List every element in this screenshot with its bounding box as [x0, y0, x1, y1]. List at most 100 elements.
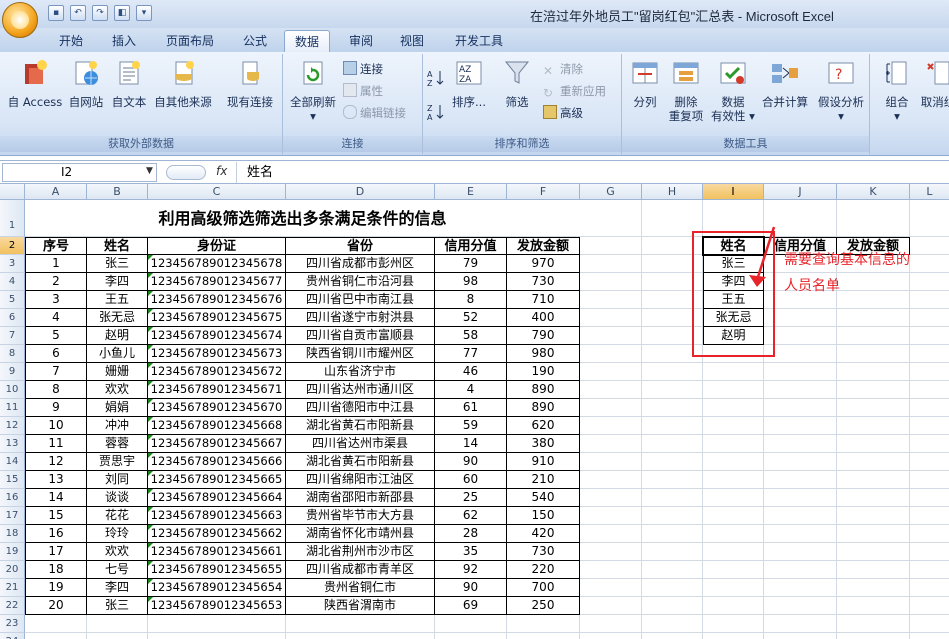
cell[interactable] [703, 507, 764, 525]
table-cell[interactable]: 欢欢 [87, 543, 148, 561]
cell[interactable] [764, 615, 837, 633]
row-header-6[interactable]: 6 [0, 309, 25, 327]
cell[interactable] [910, 399, 949, 417]
table-cell[interactable]: 730 [507, 543, 580, 561]
table-cell[interactable]: 11 [25, 435, 87, 453]
office-button[interactable] [2, 2, 38, 38]
table-cell[interactable]: 69 [435, 597, 507, 615]
what-if-analysis-button[interactable]: ? 假设分析 ▾ [814, 58, 868, 123]
tab-data[interactable]: 数据 [284, 30, 330, 52]
cell[interactable] [148, 615, 286, 633]
table-cell[interactable]: 欢欢 [87, 381, 148, 399]
table-cell[interactable]: 四川省绵阳市江油区 [286, 471, 435, 489]
cell[interactable] [642, 363, 703, 381]
cell[interactable] [764, 597, 837, 615]
table-cell[interactable]: 400 [507, 309, 580, 327]
table-cell[interactable]: 123456789012345671 [148, 381, 286, 399]
cell[interactable] [910, 417, 949, 435]
row-header-17[interactable]: 17 [0, 507, 25, 525]
cell[interactable] [703, 399, 764, 417]
table-cell[interactable]: 8 [435, 291, 507, 309]
cell[interactable] [910, 327, 949, 345]
row-header-3[interactable]: 3 [0, 255, 25, 273]
cell[interactable] [703, 417, 764, 435]
table-cell[interactable]: 17 [25, 543, 87, 561]
cell[interactable] [910, 525, 949, 543]
table-cell[interactable]: 18 [25, 561, 87, 579]
cell[interactable] [837, 200, 910, 237]
table-cell[interactable]: 123456789012345670 [148, 399, 286, 417]
cell[interactable] [764, 633, 837, 639]
table-cell[interactable]: 77 [435, 345, 507, 363]
cell[interactable] [764, 489, 837, 507]
table-cell[interactable]: 123456789012345674 [148, 327, 286, 345]
cell[interactable] [910, 309, 949, 327]
table-cell[interactable]: 张三 [87, 597, 148, 615]
cell[interactable] [435, 615, 507, 633]
table-cell[interactable]: 123456789012345668 [148, 417, 286, 435]
connections-button[interactable]: 连接 [343, 60, 383, 78]
table-cell[interactable]: 刘同 [87, 471, 148, 489]
cell[interactable] [87, 615, 148, 633]
table-cell[interactable]: 陕西省渭南市 [286, 597, 435, 615]
cell[interactable] [837, 597, 910, 615]
cell[interactable] [580, 399, 642, 417]
advanced-filter-button[interactable]: 高级 [543, 104, 583, 122]
table-cell[interactable]: 四川省自贡市富顺县 [286, 327, 435, 345]
table-cell[interactable]: 湖北省黄石市阳新县 [286, 417, 435, 435]
table-cell[interactable]: 25 [435, 489, 507, 507]
cell[interactable] [642, 561, 703, 579]
table-cell[interactable]: 李四 [87, 273, 148, 291]
cell[interactable] [286, 633, 435, 639]
cell[interactable] [764, 399, 837, 417]
data-validation-button[interactable]: 数据 有效性 ▾ [710, 58, 756, 123]
cell[interactable] [25, 633, 87, 639]
cell[interactable] [910, 363, 949, 381]
cell[interactable] [507, 615, 580, 633]
table-header-cell[interactable]: 身份证 [148, 237, 286, 255]
table-cell[interactable]: 90 [435, 453, 507, 471]
cell[interactable] [837, 471, 910, 489]
cell[interactable] [580, 273, 642, 291]
table-cell[interactable]: 123456789012345654 [148, 579, 286, 597]
cell[interactable] [910, 453, 949, 471]
table-cell[interactable]: 250 [507, 597, 580, 615]
tab-view[interactable]: 视图 [391, 30, 433, 52]
table-cell[interactable]: 四川省巴中市南江县 [286, 291, 435, 309]
table-cell[interactable]: 123456789012345676 [148, 291, 286, 309]
tab-home[interactable]: 开始 [50, 30, 92, 52]
tab-formulas[interactable]: 公式 [234, 30, 276, 52]
cell[interactable] [642, 525, 703, 543]
cell[interactable] [580, 363, 642, 381]
column-header-B[interactable]: B [87, 184, 148, 200]
cell[interactable] [910, 471, 949, 489]
row-header-12[interactable]: 12 [0, 417, 25, 435]
cell[interactable] [764, 453, 837, 471]
print-preview-icon[interactable]: ◧ [114, 5, 130, 21]
cell[interactable] [580, 471, 642, 489]
table-cell[interactable]: 123456789012345675 [148, 309, 286, 327]
cell[interactable] [580, 417, 642, 435]
table-cell[interactable]: 220 [507, 561, 580, 579]
table-cell[interactable]: 123456789012345664 [148, 489, 286, 507]
column-header-F[interactable]: F [507, 184, 580, 200]
table-cell[interactable]: 190 [507, 363, 580, 381]
cell[interactable] [580, 597, 642, 615]
cell[interactable] [764, 417, 837, 435]
table-cell[interactable]: 123456789012345661 [148, 543, 286, 561]
table-cell[interactable]: 七号 [87, 561, 148, 579]
row-header-14[interactable]: 14 [0, 453, 25, 471]
table-header-cell[interactable]: 序号 [25, 237, 87, 255]
table-cell[interactable]: 湖南省怀化市靖州县 [286, 525, 435, 543]
from-access-button[interactable]: 自 Access [4, 58, 66, 109]
table-cell[interactable]: 123456789012345673 [148, 345, 286, 363]
cell[interactable] [642, 633, 703, 639]
cell[interactable] [910, 633, 949, 639]
cell[interactable] [642, 471, 703, 489]
cell[interactable] [703, 633, 764, 639]
cell[interactable] [837, 615, 910, 633]
table-cell[interactable]: 19 [25, 579, 87, 597]
cell[interactable] [580, 489, 642, 507]
cell[interactable] [703, 471, 764, 489]
table-cell[interactable]: 湖北省荆州市沙市区 [286, 543, 435, 561]
